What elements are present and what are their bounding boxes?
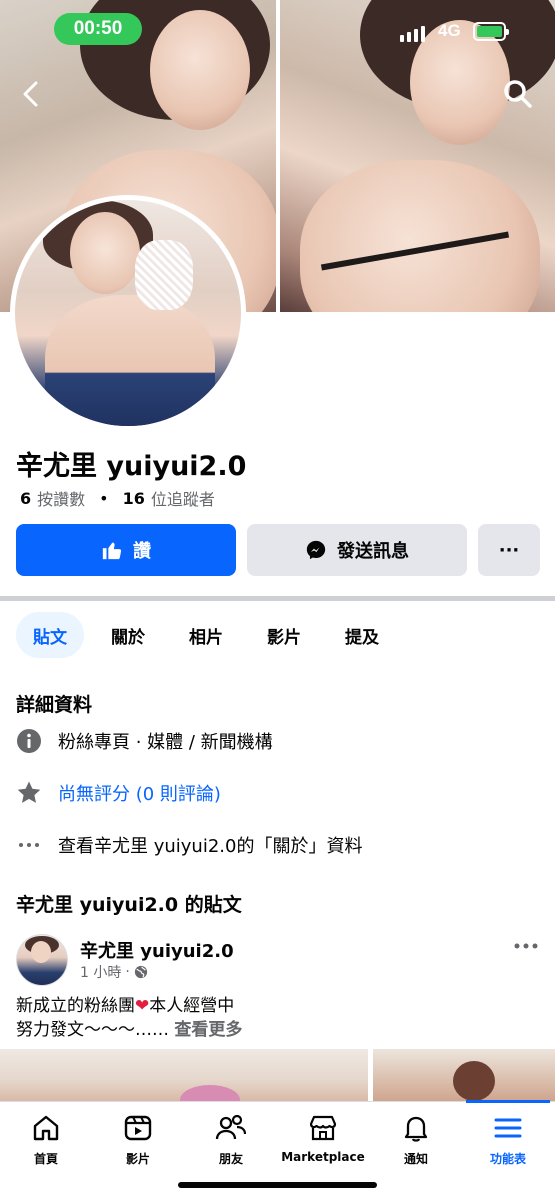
more-dots-icon xyxy=(16,832,42,858)
post-text-line2: 努力發文～～～…… xyxy=(16,1020,169,1040)
tab-videos[interactable]: 影片 xyxy=(250,612,318,658)
more-horizontal-icon xyxy=(514,943,538,949)
more-options-button[interactable]: ··· xyxy=(478,524,540,576)
tab-mentions[interactable]: 提及 xyxy=(328,612,396,658)
nav-menu-label: 功能表 xyxy=(489,1152,526,1166)
nav-marketplace[interactable]: Marketplace xyxy=(277,1112,369,1164)
avatar-image xyxy=(15,200,241,426)
marketplace-icon xyxy=(309,1115,337,1141)
separator-dot: • xyxy=(99,488,109,508)
battery-icon xyxy=(473,22,509,41)
post-meta: 1 小時 · xyxy=(80,962,148,982)
star-icon xyxy=(16,780,42,806)
messenger-icon xyxy=(306,540,326,560)
likes-label: 按讚數 xyxy=(37,490,86,509)
video-icon xyxy=(124,1115,152,1141)
search-button[interactable] xyxy=(500,76,536,112)
category-row: 粉絲專頁 · 媒體 / 新聞機構 xyxy=(16,728,273,754)
post-time[interactable]: 1 小時 xyxy=(80,962,121,982)
heart-icon: ❤ xyxy=(135,996,150,1016)
post-text-line1a: 新成立的粉絲團 xyxy=(16,996,135,1016)
network-type: 4G xyxy=(438,21,461,40)
profile-avatar[interactable] xyxy=(10,195,246,431)
post-author-name[interactable]: 辛尤里 yuiyui2.0 xyxy=(80,937,234,963)
home-indicator[interactable] xyxy=(178,1182,377,1188)
status-time: 00:50 xyxy=(54,13,142,45)
tab-photos[interactable]: 相片 xyxy=(172,612,240,658)
posts-section-title: 辛尤里 yuiyui2.0 的貼文 xyxy=(16,894,242,916)
tab-posts[interactable]: 貼文 xyxy=(16,612,84,658)
send-message-label: 發送訊息 xyxy=(337,541,409,562)
followers-count: 16 xyxy=(122,488,145,508)
page-stats[interactable]: 6 按讚數 • 16 位追蹤者 xyxy=(20,486,215,510)
post-text: 新成立的粉絲團❤本人經營中 努力發文～～～…… 查看更多 xyxy=(16,994,536,1042)
like-button-label: 讚 xyxy=(133,541,151,562)
page-title: 辛尤里 yuiyui2.0 xyxy=(16,451,247,482)
post-author-avatar[interactable] xyxy=(16,934,68,986)
more-icon: ··· xyxy=(498,539,520,561)
active-tab-indicator xyxy=(466,1100,550,1103)
friends-icon xyxy=(215,1114,247,1140)
home-icon xyxy=(33,1115,59,1141)
category-text: 粉絲專頁 · 媒體 / 新聞機構 xyxy=(58,732,273,753)
nav-friends[interactable]: 朋友 xyxy=(185,1112,277,1167)
back-button[interactable] xyxy=(14,76,50,112)
signal-icon xyxy=(400,24,425,42)
menu-icon xyxy=(494,1118,522,1138)
post-options-button[interactable] xyxy=(510,934,542,958)
nav-notifications-label: 通知 xyxy=(403,1152,428,1166)
nav-marketplace-label: Marketplace xyxy=(281,1150,365,1164)
nav-home-label: 首頁 xyxy=(33,1152,58,1166)
followers-label: 位追蹤者 xyxy=(150,490,215,509)
thumbs-up-icon xyxy=(102,542,122,560)
status-bar: 00:50 4G xyxy=(0,0,555,60)
chevron-left-icon xyxy=(23,81,38,107)
nav-video-label: 影片 xyxy=(125,1152,150,1166)
globe-icon xyxy=(134,965,147,979)
search-icon xyxy=(504,80,532,108)
see-more-link[interactable]: 查看更多 xyxy=(174,1020,242,1040)
about-link[interactable]: 查看辛尤里 yuiyui2.0的「關於」資料 xyxy=(58,832,362,858)
about-row[interactable]: 查看辛尤里 yuiyui2.0的「關於」資料 xyxy=(16,832,362,858)
likes-count: 6 xyxy=(20,488,32,508)
profile-tabs: 貼文 關於 相片 影片 提及 xyxy=(16,612,406,658)
rating-link[interactable]: 尚無評分 (0 則評論) xyxy=(58,780,221,806)
post-text-line1b: 本人經營中 xyxy=(149,996,235,1016)
nav-friends-label: 朋友 xyxy=(218,1152,243,1166)
nav-notifications[interactable]: 通知 xyxy=(370,1112,462,1167)
post-image-2[interactable] xyxy=(373,1049,555,1101)
nav-video[interactable]: 影片 xyxy=(92,1112,184,1167)
nav-menu[interactable]: 功能表 xyxy=(462,1112,554,1167)
bell-icon xyxy=(404,1116,428,1142)
post-media[interactable] xyxy=(0,1049,555,1101)
details-title: 詳細資料 xyxy=(16,694,93,716)
send-message-button[interactable]: 發送訊息 xyxy=(247,524,467,576)
nav-home[interactable]: 首頁 xyxy=(0,1112,92,1167)
like-button[interactable]: 讚 xyxy=(16,524,236,576)
section-divider xyxy=(0,596,555,601)
post-image-1[interactable] xyxy=(0,1049,368,1101)
tab-about[interactable]: 關於 xyxy=(94,612,162,658)
rating-row[interactable]: 尚無評分 (0 則評論) xyxy=(16,780,221,806)
info-icon xyxy=(16,728,42,754)
